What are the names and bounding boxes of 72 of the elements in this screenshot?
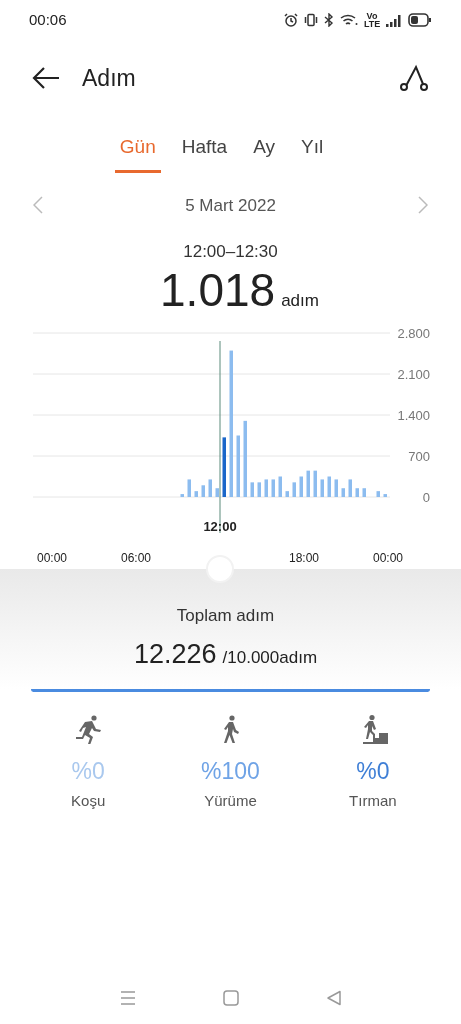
step-bar[interactable]	[341, 487, 345, 497]
signal-icon	[386, 13, 402, 27]
back-triangle-icon[interactable]	[325, 990, 342, 1006]
step-bar[interactable]	[257, 481, 261, 497]
date-label: 5 Mart 2022	[185, 194, 276, 217]
activity-percent: %100	[201, 756, 260, 786]
home-square-icon[interactable]	[222, 990, 239, 1006]
step-bar[interactable]	[348, 478, 352, 497]
selected-time-label: 12:00	[203, 518, 237, 534]
step-goal: /10.000adım	[222, 647, 318, 669]
step-bar[interactable]	[299, 476, 303, 497]
activity-percent: %0	[356, 756, 390, 786]
selected-steps: 1.018	[160, 264, 276, 315]
y-axis-label: 1.400	[397, 407, 430, 423]
step-bar[interactable]	[334, 478, 338, 497]
x-axis-label: 00:00	[37, 550, 67, 565]
activity-percent: %0	[71, 756, 105, 786]
previous-date-icon[interactable]	[33, 196, 43, 215]
battery-icon	[408, 13, 432, 27]
wifi-icon	[340, 13, 358, 27]
vibrate-icon	[304, 13, 318, 27]
step-bar[interactable]	[229, 350, 233, 497]
next-date-icon[interactable]	[418, 196, 428, 215]
step-bar[interactable]	[355, 487, 359, 497]
menu-icon[interactable]	[119, 991, 136, 1005]
step-bar[interactable]	[278, 476, 282, 497]
period-tab[interactable]: Yıl	[296, 133, 329, 173]
period-tab[interactable]: Ay	[248, 133, 280, 173]
x-axis-label: 06:00	[121, 550, 151, 565]
step-bar[interactable]	[187, 478, 191, 497]
step-bar[interactable]	[236, 435, 240, 497]
activity-label: Koşu	[71, 791, 106, 811]
steps-unit: adım	[281, 289, 319, 312]
x-axis-label: 00:00	[373, 550, 403, 565]
step-bar[interactable]	[362, 487, 366, 497]
alarm-icon	[284, 13, 298, 27]
page-title: Adım	[82, 63, 136, 93]
step-bar[interactable]	[180, 493, 184, 497]
total-steps: 12.226	[133, 634, 217, 675]
step-bar[interactable]	[208, 478, 212, 497]
step-bar[interactable]	[376, 490, 380, 497]
volte-indicator: Vo LTE	[364, 12, 380, 28]
step-bar[interactable]	[292, 481, 296, 497]
step-bar[interactable]	[313, 470, 317, 497]
step-bar[interactable]	[271, 478, 275, 497]
y-axis-label: 700	[408, 448, 430, 464]
back-arrow-icon[interactable]	[32, 66, 60, 90]
period-tab[interactable]: Hafta	[176, 133, 233, 173]
activity-label: Yürüme	[204, 791, 257, 811]
step-bar[interactable]	[243, 420, 247, 497]
step-bar[interactable]	[285, 490, 289, 497]
route-icon[interactable]	[399, 63, 429, 93]
activity-label: Tırman	[349, 791, 397, 811]
step-bar[interactable]	[215, 487, 219, 497]
bluetooth-icon	[324, 13, 334, 27]
status-time: 00:06	[29, 9, 67, 30]
time-range: 12:00–12:30	[183, 241, 278, 263]
step-bar[interactable]	[383, 493, 387, 497]
y-axis-label: 0	[422, 489, 430, 505]
y-axis-label: 2.800	[397, 325, 430, 341]
step-bar[interactable]	[320, 478, 324, 497]
step-bar[interactable]	[250, 481, 254, 497]
x-axis-label: 18:00	[289, 550, 319, 565]
selected-bar[interactable]	[222, 436, 226, 497]
runner-icon	[73, 713, 104, 744]
step-bar[interactable]	[306, 470, 310, 497]
step-bar[interactable]	[264, 478, 268, 497]
step-bar[interactable]	[327, 476, 331, 497]
y-axis-label: 2.100	[397, 366, 430, 382]
step-bar[interactable]	[201, 484, 205, 497]
step-bar[interactable]	[194, 490, 198, 497]
total-steps-label: Toplam adım	[176, 604, 275, 627]
